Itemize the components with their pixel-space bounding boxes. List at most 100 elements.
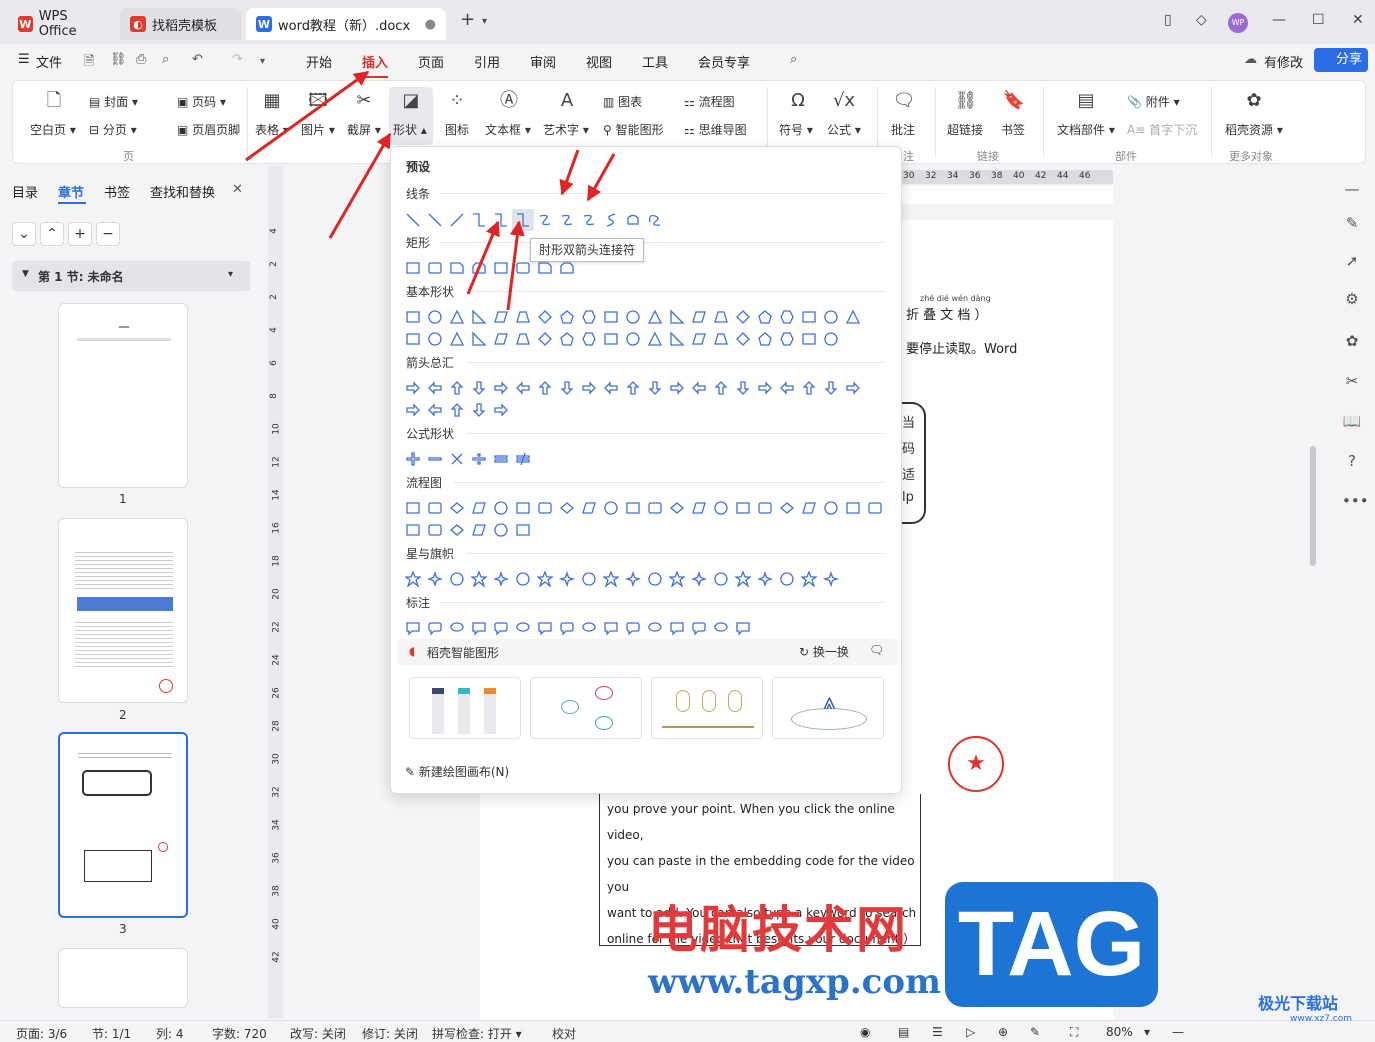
page-thumbnail-4[interactable]: [58, 948, 188, 1008]
shape-arrow-2-icon[interactable]: [424, 377, 446, 399]
shape-basic2-2-icon[interactable]: [424, 328, 446, 350]
shape-star-17-icon[interactable]: [754, 568, 776, 590]
shape-basic2-5-icon[interactable]: [490, 328, 512, 350]
fit-icon[interactable]: ⛶: [1070, 1025, 1078, 1040]
shape-basic2-20-icon[interactable]: [820, 328, 842, 350]
shape-star-13-icon[interactable]: [666, 568, 688, 590]
tab-toc[interactable]: 目录: [12, 182, 38, 201]
shape-star-15-icon[interactable]: [710, 568, 732, 590]
menu-tools[interactable]: 工具: [642, 52, 668, 71]
menu-review[interactable]: 审阅: [530, 52, 556, 71]
shape-line-1-icon[interactable]: [402, 209, 424, 231]
tab-find-replace[interactable]: 查找和替换: [150, 182, 215, 201]
shape-line-5-icon[interactable]: [490, 209, 512, 231]
page-thumbnail-1[interactable]: [58, 303, 188, 488]
help-icon[interactable]: ?: [1342, 452, 1362, 472]
shape-basic-12-icon[interactable]: [644, 306, 666, 328]
shape-rect-3-icon[interactable]: [446, 257, 468, 279]
section-header[interactable]: ▼ 第 1 节: 未命名 ▾: [12, 261, 250, 291]
shape-flow-10-icon[interactable]: [600, 497, 622, 519]
close-button[interactable]: ✕: [1352, 12, 1364, 28]
shape-callout-7-icon[interactable]: [534, 617, 556, 639]
section-menu-chevron-icon[interactable]: ▾: [228, 269, 233, 280]
shape-arrow-9-icon[interactable]: [578, 377, 600, 399]
swap-button[interactable]: ↻ 换一换: [799, 643, 849, 660]
shape-basic-21-icon[interactable]: [842, 306, 864, 328]
shape-star-4-icon[interactable]: [468, 568, 490, 590]
shape-line-10-icon[interactable]: [600, 209, 622, 231]
shape-star-11-icon[interactable]: [622, 568, 644, 590]
shape-line-11-icon[interactable]: [622, 209, 644, 231]
shape-flow2-2-icon[interactable]: [424, 519, 446, 541]
comment-button[interactable]: 批注: [891, 121, 915, 138]
shape-basic-5-icon[interactable]: [490, 306, 512, 328]
status-proof[interactable]: 校对: [552, 1025, 576, 1042]
shape-button[interactable]: 形状 ▴: [393, 121, 427, 138]
new-tab-button[interactable]: +: [460, 9, 475, 30]
shape-basic-16-icon[interactable]: [732, 306, 754, 328]
status-revise[interactable]: 修订: 关闭: [362, 1025, 418, 1042]
hyperlink-button[interactable]: 超链接: [947, 121, 983, 138]
minus-icon[interactable]: —: [1342, 180, 1362, 200]
cube-icon[interactable]: ◇: [1196, 12, 1207, 28]
shape-arrow-10-icon[interactable]: [600, 377, 622, 399]
shape-flow-22-icon[interactable]: [864, 497, 886, 519]
shape-basic2-3-icon[interactable]: [446, 328, 468, 350]
shape-flow-5-icon[interactable]: [490, 497, 512, 519]
shape-arrow-17-icon[interactable]: [754, 377, 776, 399]
zoom-level[interactable]: 80%: [1106, 1025, 1133, 1039]
shape-basic-1-icon[interactable]: [402, 306, 424, 328]
shape-callout-8-icon[interactable]: [556, 617, 578, 639]
page-break-button[interactable]: ⊟ 分页 ▾: [89, 121, 137, 138]
shape-flow-8-icon[interactable]: [556, 497, 578, 519]
shape-arrow-14-icon[interactable]: [688, 377, 710, 399]
shape-line-9-icon[interactable]: [578, 209, 600, 231]
shape-star-12-icon[interactable]: [644, 568, 666, 590]
shape-basic2-15-icon[interactable]: [710, 328, 732, 350]
layout-icon[interactable]: ▯: [1164, 12, 1172, 28]
ai-shape-card-2[interactable]: [530, 677, 642, 739]
shape-star-20-icon[interactable]: [820, 568, 842, 590]
tab-document[interactable]: W word教程（新）.docx ●: [246, 8, 446, 40]
shape-flow-15-icon[interactable]: [710, 497, 732, 519]
shape-basic-3-icon[interactable]: [446, 306, 468, 328]
shape-callout-9-icon[interactable]: [578, 617, 600, 639]
shape-arrow-13-icon[interactable]: [666, 377, 688, 399]
ai-icon[interactable]: ✿: [1342, 332, 1362, 352]
shape-callout-2-icon[interactable]: [424, 617, 446, 639]
tab-wps-office[interactable]: W WPS Office: [8, 8, 114, 40]
shape-basic-18-icon[interactable]: [776, 306, 798, 328]
new-canvas-button[interactable]: ✎ 新建绘图画布(N): [405, 763, 509, 780]
shape-callout-12-icon[interactable]: [644, 617, 666, 639]
search-icon[interactable]: ⌕: [790, 52, 797, 67]
menu-reference[interactable]: 引用: [474, 52, 500, 71]
quick-access-chevron-icon[interactable]: ▾: [260, 56, 265, 67]
play-icon[interactable]: ▷: [966, 1025, 975, 1039]
shape-basic-14-icon[interactable]: [688, 306, 710, 328]
shape-basic-4-icon[interactable]: [468, 306, 490, 328]
art-text-button[interactable]: 艺术字 ▾: [543, 121, 589, 138]
shape-flow-2-icon[interactable]: [424, 497, 446, 519]
modified-status[interactable]: 有修改: [1264, 52, 1303, 71]
shape-basic-19-icon[interactable]: [798, 306, 820, 328]
shape-line-7-icon[interactable]: [534, 209, 556, 231]
shape-callout-10-icon[interactable]: [600, 617, 622, 639]
preview-icon[interactable]: ⌕: [162, 52, 169, 67]
outline-view-icon[interactable]: ☰: [932, 1025, 943, 1039]
zoom-dropdown-icon[interactable]: ▾: [1144, 1025, 1150, 1039]
shape-line-2-icon[interactable]: [424, 209, 446, 231]
shape-arrow-5-icon[interactable]: [490, 377, 512, 399]
eye-icon[interactable]: ◉: [860, 1025, 870, 1039]
symbol-button[interactable]: 符号 ▾: [779, 121, 813, 138]
shape-basic-7-icon[interactable]: [534, 306, 556, 328]
shape-arrow2-3-icon[interactable]: [446, 399, 468, 421]
shape-basic2-9-icon[interactable]: [578, 328, 600, 350]
textbox-button[interactable]: 文本框 ▾: [485, 121, 531, 138]
daoke-resource-button[interactable]: 稻壳资源 ▾: [1225, 121, 1283, 138]
expand-icon[interactable]: ⌃: [40, 222, 64, 246]
flowchart-button[interactable]: ⚏ 流程图: [684, 93, 735, 110]
shape-flow2-6-icon[interactable]: [512, 519, 534, 541]
shape-arrow-12-icon[interactable]: [644, 377, 666, 399]
shape-line-12-icon[interactable]: [644, 209, 666, 231]
shape-flow-20-icon[interactable]: [820, 497, 842, 519]
